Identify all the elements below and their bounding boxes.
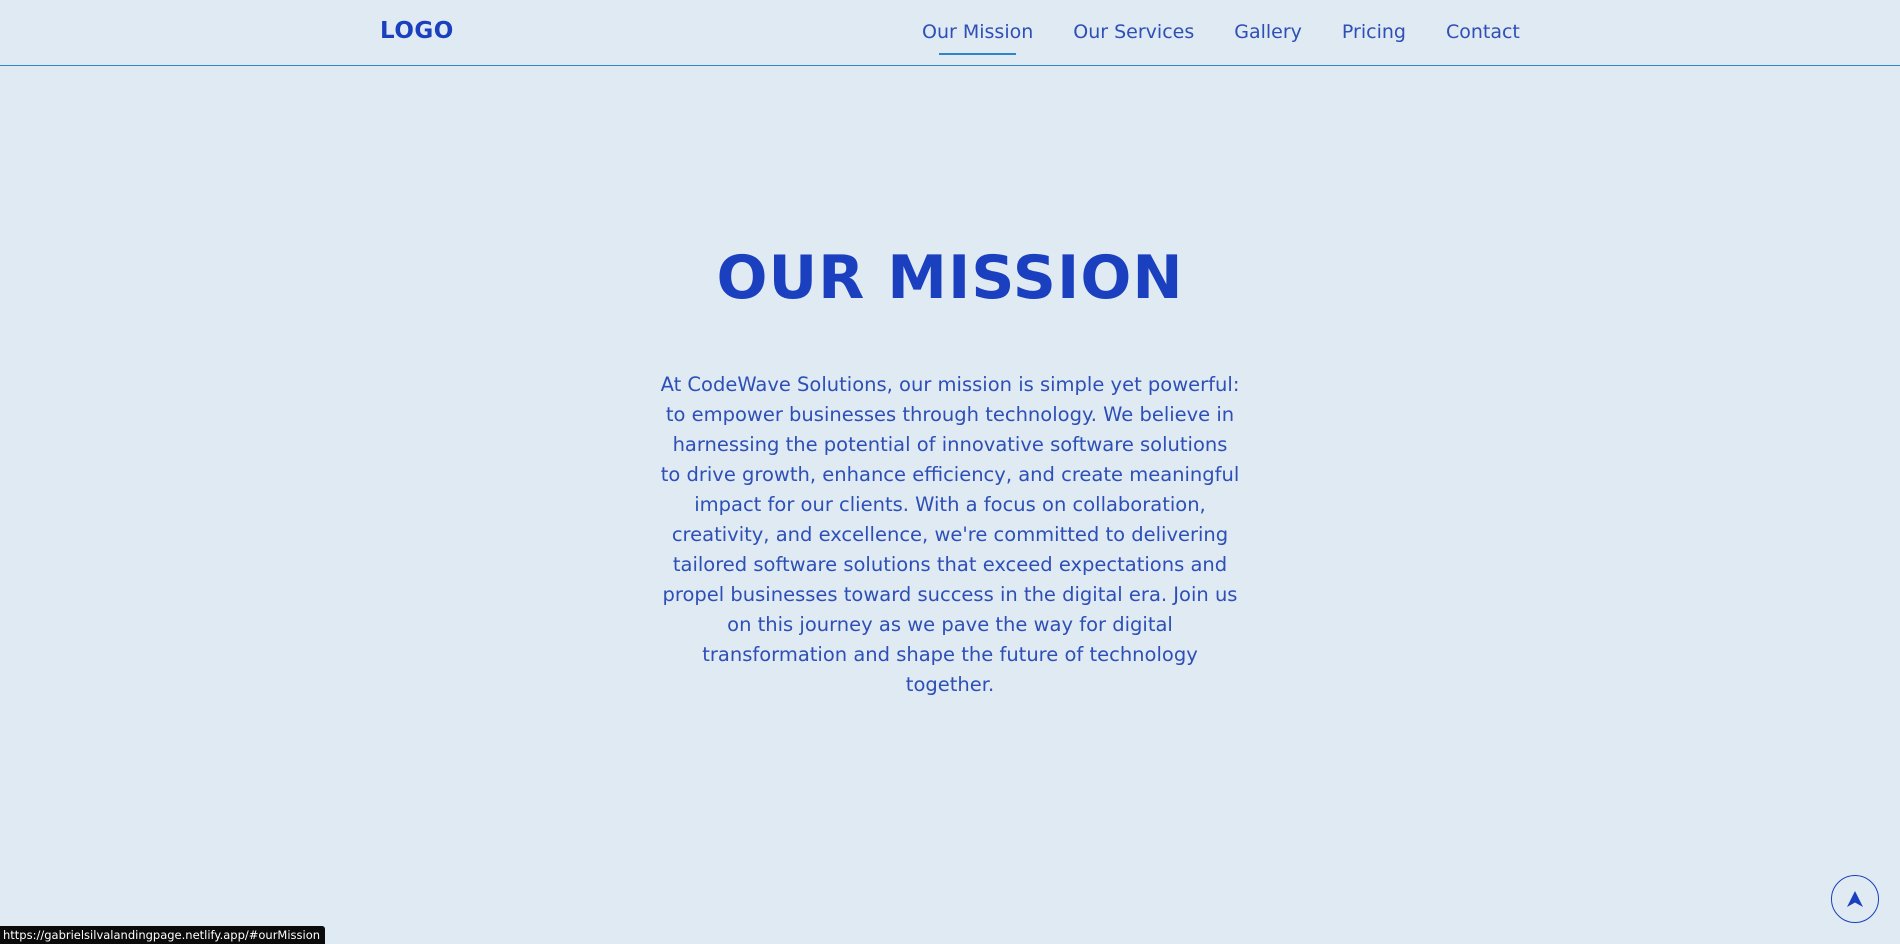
nav-item-pricing[interactable]: Pricing (1342, 21, 1406, 55)
logo[interactable]: LOGO (380, 18, 454, 44)
main-nav: Our Mission Our Services Gallery Pricing… (922, 21, 1520, 55)
scroll-to-top-button[interactable] (1831, 875, 1879, 923)
nav-item-contact[interactable]: Contact (1446, 21, 1520, 55)
nav-item-gallery[interactable]: Gallery (1234, 21, 1302, 55)
site-header: LOGO Our Mission Our Services Gallery Pr… (0, 0, 1900, 66)
nav-item-our-services[interactable]: Our Services (1073, 21, 1194, 55)
nav-item-our-mission[interactable]: Our Mission (922, 21, 1033, 55)
navigation-arrow-up-icon (1847, 891, 1863, 907)
status-bar-url: https://gabrielsilvalandingpage.netlify.… (0, 926, 326, 944)
section-title: OUR MISSION (716, 243, 1184, 313)
mission-description: At CodeWave Solutions, our mission is si… (660, 373, 1240, 696)
